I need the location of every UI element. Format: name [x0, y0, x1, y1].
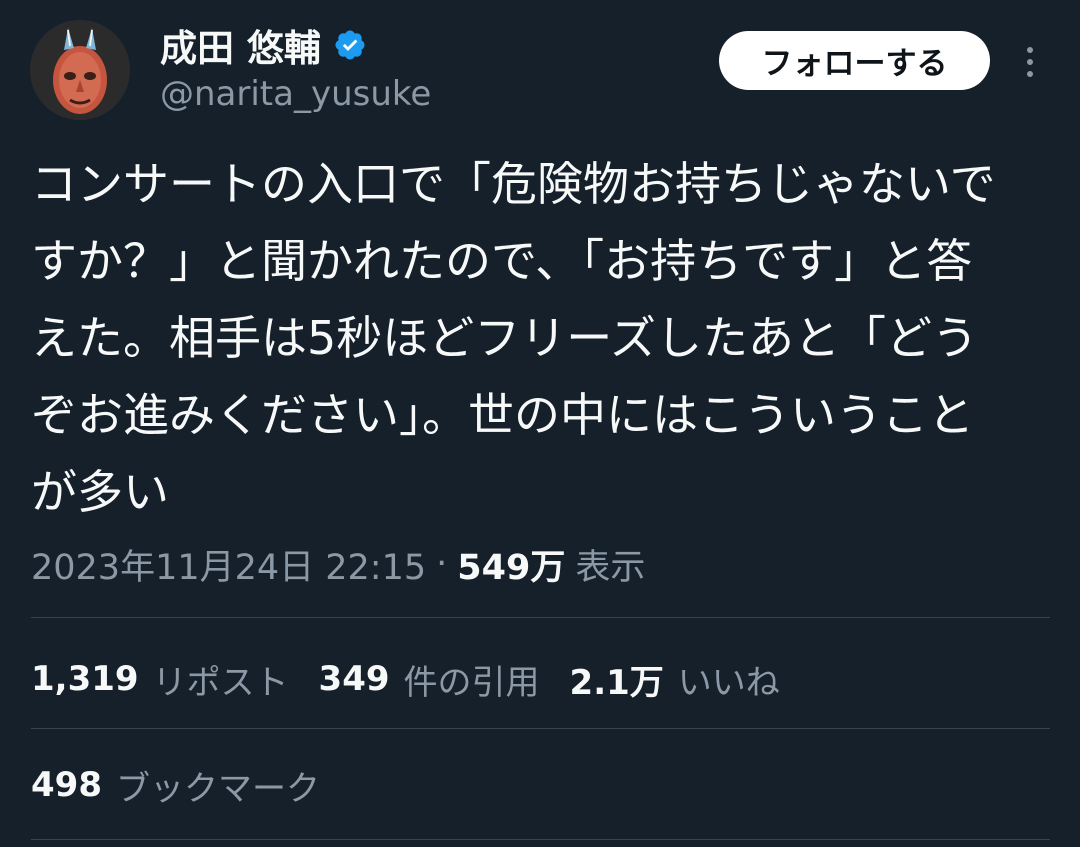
tweet-text-line: すか？」と聞かれたので、「お持ちです」と答	[31, 234, 973, 288]
timestamp-link[interactable]: 2023年11月24日 22:15	[31, 539, 426, 590]
tweet-text-line: えた。相手は5秒ほどフリーズしたあと「どう	[31, 311, 978, 365]
tweet-text-line: ぞお進みください」。世の中にはこういうこと	[31, 388, 974, 442]
tweet-text: コンサートの入口で「危険物お持ちじゃないで すか？」と聞かれたので、「お持ちです…	[31, 146, 1041, 531]
likes-label: いいね	[677, 662, 780, 703]
bookmarks-stat[interactable]: 498 ブックマーク	[31, 758, 320, 812]
more-dot	[1027, 47, 1033, 53]
tweet-text-line: が多い	[31, 465, 169, 519]
divider	[31, 728, 1050, 729]
reposts-count: 1,319	[31, 659, 139, 699]
divider	[31, 617, 1050, 618]
reposts-label: リポスト	[152, 662, 289, 703]
bookmarks-label: ブックマーク	[115, 768, 320, 809]
views-count: 549万	[457, 547, 566, 588]
tweet-meta: 2023年11月24日 22:15 · 549万 表示	[31, 537, 645, 591]
likes-stat[interactable]: 2.1万 いいね	[570, 655, 780, 704]
display-name[interactable]: 成田 悠輔	[160, 18, 321, 72]
verified-badge-icon	[335, 30, 365, 60]
likes-count: 2.1万	[569, 662, 664, 703]
tweet-text-line: コンサートの入口で「危険物お持ちじゃないで	[31, 157, 996, 211]
more-vertical-icon[interactable]	[1014, 40, 1046, 84]
reposts-stat[interactable]: 1,319 リポスト	[31, 655, 289, 704]
display-name-row[interactable]: 成田 悠輔	[160, 22, 367, 70]
more-dot	[1027, 71, 1033, 77]
more-dot	[1027, 59, 1033, 65]
engagement-stats: 1,319 リポスト 349 件の引用 2.1万 いいね	[31, 652, 810, 706]
meta-separator: ·	[436, 544, 448, 584]
follow-button[interactable]: フォローする	[719, 31, 990, 90]
quotes-count: 349	[318, 659, 390, 699]
quotes-stat[interactable]: 349 件の引用	[319, 655, 540, 704]
mask-avatar-icon	[30, 20, 130, 120]
quotes-label: 件の引用	[403, 662, 540, 703]
avatar[interactable]	[30, 20, 130, 120]
views-label: 表示	[575, 547, 646, 588]
bookmarks-count: 498	[31, 765, 102, 805]
divider	[31, 839, 1050, 840]
user-handle[interactable]: @narita_yusuke	[160, 74, 431, 114]
